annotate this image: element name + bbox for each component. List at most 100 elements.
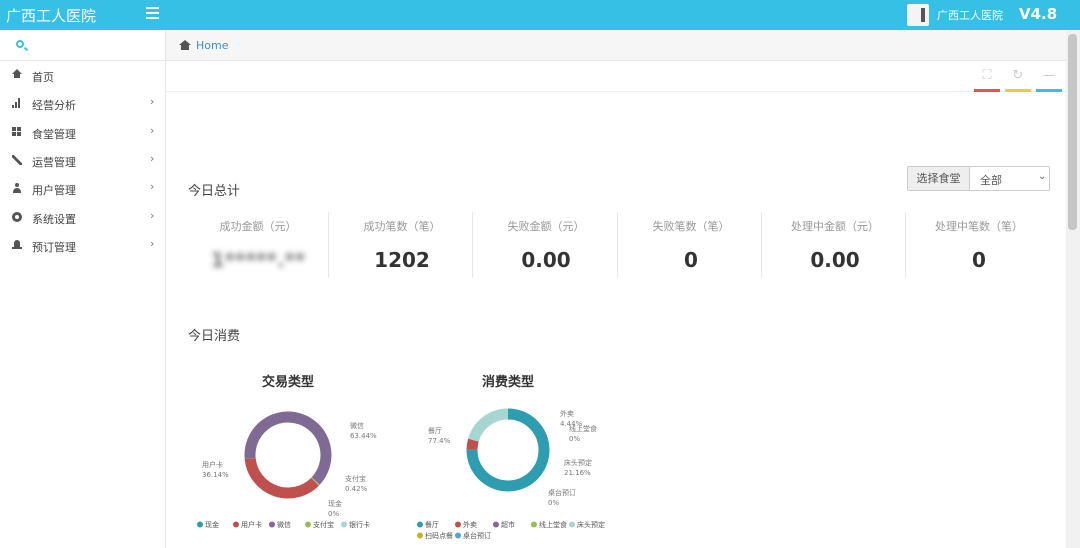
slice-label-pct: 0.42% (345, 485, 368, 493)
sidebar-item-0[interactable]: 首页 (0, 62, 166, 90)
refresh-icon[interactable]: ↻ (1011, 69, 1025, 83)
stat-card: 成功笔数（笔） 1202 (330, 210, 474, 280)
sidebar-item-label: 预订管理 (32, 241, 76, 254)
user-name[interactable]: 广西工人医院 (937, 7, 1003, 23)
legend-item[interactable]: 床头预定 (577, 520, 605, 529)
sidebar-item-6[interactable]: 预订管理 › (0, 232, 166, 260)
slice-label-name: 支付宝 (345, 474, 366, 483)
donut-slice-4[interactable] (468, 408, 509, 442)
tool-color-bar-red (974, 89, 1000, 92)
stat-divider (617, 212, 618, 278)
donut-slice-1[interactable] (244, 457, 319, 499)
legend-item[interactable]: 餐厅 (425, 520, 439, 529)
bar-chart-icon (12, 98, 22, 108)
home-icon[interactable] (179, 40, 191, 50)
canteen-select[interactable]: 选择食堂 全部 ⌄ (907, 166, 1050, 191)
sidebar-item-label: 系统设置 (32, 213, 76, 226)
legend-item[interactable]: 用户卡 (241, 520, 262, 529)
user-icon (12, 183, 22, 193)
chevron-right-icon: › (150, 180, 155, 193)
scrollbar-thumb[interactable] (1068, 34, 1077, 230)
donut-slice-1[interactable] (466, 438, 479, 450)
legend-item[interactable]: 微信 (277, 520, 291, 529)
sidebar-item-label: 运营管理 (32, 156, 76, 169)
stat-divider (472, 212, 473, 278)
chevron-right-icon: › (150, 209, 155, 222)
minimize-icon[interactable]: — (1042, 69, 1056, 83)
summary-title: 今日总计 (188, 184, 241, 199)
legend-marker (417, 532, 423, 539)
slice-label-name: 餐厅 (428, 426, 442, 435)
stat-label: 处理中笔数（笔） (935, 220, 1023, 233)
slice-label-pct: 77.4% (428, 437, 451, 445)
slice-label-pct: 21.16% (564, 469, 591, 477)
chevron-right-icon: › (150, 152, 155, 165)
slice-label-pct: 0% (328, 510, 339, 518)
sidebar-item-2[interactable]: 食堂管理 › (0, 119, 166, 147)
stat-divider (761, 212, 762, 278)
chevron-right-icon: › (150, 124, 155, 137)
slice-label-pct: 0% (569, 435, 580, 443)
stat-card: 失败金额（元） 0.00 (474, 210, 618, 280)
sidebar-item-4[interactable]: 用户管理 › (0, 175, 166, 203)
tool-color-bar-yellow (1005, 89, 1031, 92)
user-avatar[interactable] (907, 4, 929, 26)
grid-icon (12, 127, 22, 137)
legend-marker (531, 521, 537, 528)
legend-item[interactable]: 超市 (501, 520, 515, 529)
stat-value: 0.00 (810, 248, 860, 272)
sidebar-item-label: 首页 (32, 71, 54, 84)
stat-label: 失败笔数（笔） (652, 220, 730, 233)
stat-label: 成功金额（元） (219, 220, 297, 233)
canteen-select-label: 选择食堂 (908, 167, 970, 190)
chart-title-consumption: 消费类型 (481, 375, 534, 390)
canteen-select-value[interactable]: 全部 (980, 172, 1002, 188)
sidebar-item-label: 食堂管理 (32, 128, 76, 141)
legend-item[interactable]: 线上堂食 (539, 520, 567, 529)
slice-label-pct: 63.44% (350, 432, 377, 440)
version-label: V4.8 (1019, 5, 1058, 23)
legend-marker (569, 521, 575, 528)
sidebar-item-5[interactable]: 系统设置 › (0, 204, 166, 232)
slice-label-name: 桌台预订 (548, 488, 576, 497)
tool-color-bar-blue (1036, 89, 1062, 92)
fullscreen-icon[interactable]: ⛶ (980, 69, 994, 83)
legend-item[interactable]: 扫码点餐 (425, 531, 453, 540)
bell-icon (12, 240, 22, 250)
legend-item[interactable]: 支付宝 (313, 520, 334, 529)
wrench-icon (12, 155, 22, 165)
sidebar-item-label: 经营分析 (32, 99, 76, 112)
slice-label-name: 外卖 (560, 409, 574, 418)
donut-slice-2[interactable] (244, 411, 332, 485)
stat-card: 处理中金额（元） 0.00 (763, 210, 907, 280)
search-icon[interactable] (16, 40, 24, 48)
breadcrumb-home[interactable]: Home (196, 39, 228, 52)
donut-slice-3[interactable] (311, 477, 320, 486)
chevron-down-icon[interactable]: ⌄ (1038, 171, 1046, 182)
legend-marker (269, 521, 275, 528)
top-navbar: 广西工人医院 广西工人医院 V4.8 (0, 0, 1080, 30)
menu-toggle-icon[interactable] (146, 7, 159, 19)
legend-marker (455, 532, 461, 539)
legend-item[interactable]: 桌台预订 (463, 531, 491, 540)
stat-value: 0 (684, 248, 698, 272)
sidebar-item-3[interactable]: 运营管理 › (0, 147, 166, 175)
stat-value: 0.00 (521, 248, 571, 272)
legend-item[interactable]: 现金 (205, 520, 219, 529)
consumption-type-donut-chart: 外卖4.44%线上堂食0%餐厅77.4%床头预定21.16%桌台预订0%餐厅 外卖… (417, 408, 605, 540)
stat-value: 1*****.** (210, 248, 306, 272)
legend-item[interactable]: 银行卡 (349, 520, 370, 529)
sidebar-item-1[interactable]: 经营分析 › (0, 90, 166, 118)
sidebar: 首页 经营分析 › 食堂管理 › 运营管理 › 用户管理 › 系统设置 › 预订管理 › (0, 30, 166, 548)
gear-icon (12, 212, 22, 222)
legend-marker (417, 521, 423, 528)
legend-item[interactable]: 外卖 (463, 520, 477, 529)
panel-toolbar: ⛶ ↻ — (166, 61, 1066, 92)
legend-marker (455, 521, 461, 528)
chart-title-transaction: 交易类型 (261, 375, 314, 390)
slice-label-name: 床头预定 (564, 458, 592, 467)
consumption-title: 今日消费 (188, 329, 241, 344)
stat-value: 1202 (374, 248, 430, 272)
sidebar-search[interactable] (0, 30, 166, 61)
slice-label-name: 线上堂食 (569, 424, 597, 433)
